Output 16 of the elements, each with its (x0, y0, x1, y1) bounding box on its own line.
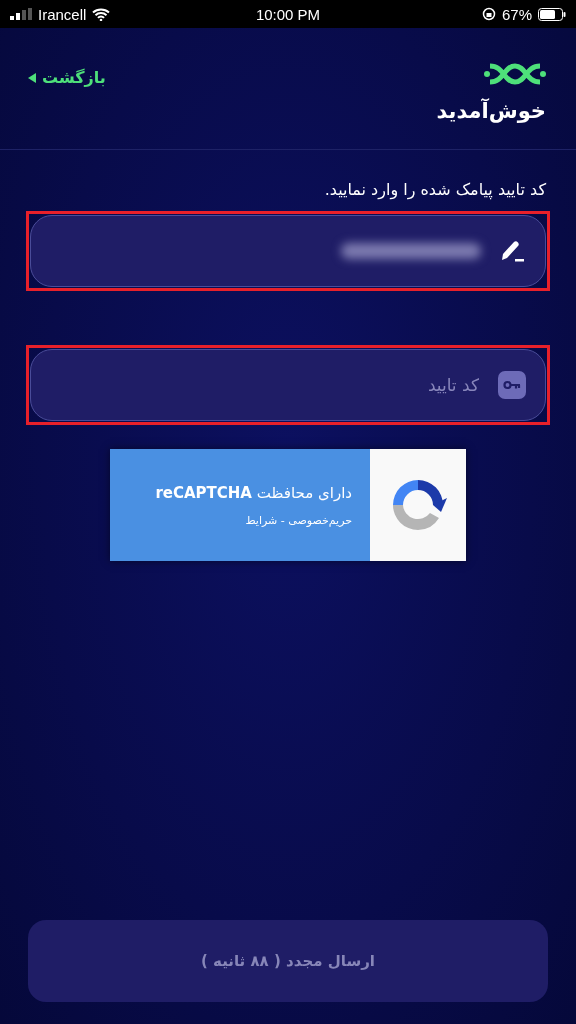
battery-icon (538, 7, 566, 21)
key-icon (498, 371, 526, 399)
welcome-title: خوش‌آمدید (435, 99, 546, 123)
back-arrow-icon (28, 72, 36, 83)
logo-icon (484, 61, 546, 87)
pen-icon (499, 239, 525, 263)
battery-percent: 67% (501, 5, 532, 23)
input-field[interactable]: کد تایید (30, 349, 546, 421)
instruction-text: کد تایید پیامک شده را وارد نمایید. (323, 180, 546, 199)
wifi-icon (92, 7, 111, 21)
signal-icon (10, 8, 32, 20)
rotation-lock-icon (481, 7, 496, 21)
carrier-name: Irancell (38, 5, 87, 23)
clock-time: 10:00 PM (255, 5, 321, 23)
back-link[interactable]: بازگشت (28, 68, 106, 87)
privacy-terms-links[interactable]: حریم‌خصوصی - شرایط (128, 513, 352, 527)
